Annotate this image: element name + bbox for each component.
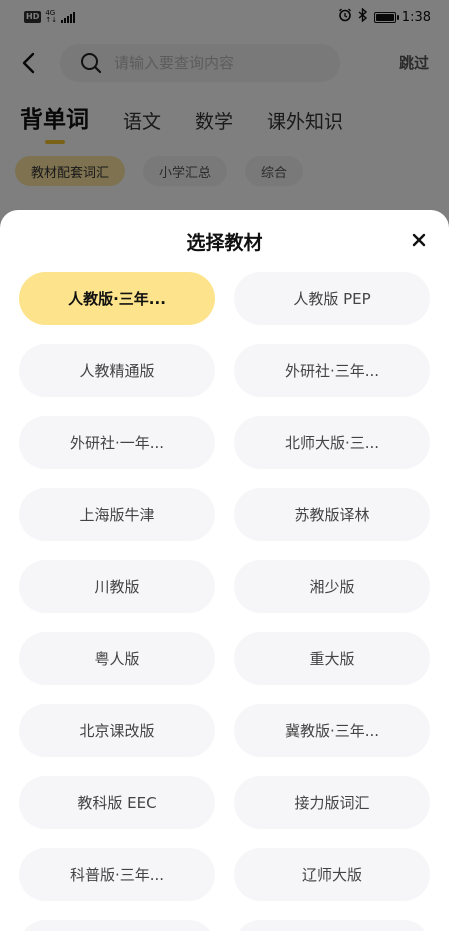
close-icon: [412, 233, 426, 247]
textbook-item[interactable]: 苏教版译林: [234, 488, 430, 541]
textbook-item[interactable]: 北师大版·三...: [234, 416, 430, 469]
textbook-grid: 人教版·三年... 人教版 PEP 人教精通版 外研社·三年... 外研社·一年…: [19, 272, 430, 931]
textbook-item[interactable]: [19, 920, 215, 931]
sheet-title: 选择教材: [186, 232, 263, 254]
textbook-item[interactable]: [234, 920, 430, 931]
textbook-item[interactable]: 川教版: [19, 560, 215, 613]
textbook-item[interactable]: 辽师大版: [234, 848, 430, 901]
screen: HD 4G ↑↓ 1:38: [0, 0, 449, 931]
textbook-item[interactable]: 粤人版: [19, 632, 215, 685]
textbook-picker-sheet: 选择教材 人教版·三年... 人教版 PEP 人教精通版 外研社·三年... 外…: [0, 210, 449, 931]
textbook-item[interactable]: 北京课改版: [19, 704, 215, 757]
textbook-item[interactable]: 接力版词汇: [234, 776, 430, 829]
textbook-item[interactable]: 重大版: [234, 632, 430, 685]
textbook-item[interactable]: 外研社·三年...: [234, 344, 430, 397]
textbook-item[interactable]: 人教精通版: [19, 344, 215, 397]
textbook-item[interactable]: 湘少版: [234, 560, 430, 613]
textbook-item[interactable]: 冀教版·三年...: [234, 704, 430, 757]
close-button[interactable]: [409, 230, 429, 250]
textbook-item[interactable]: 教科版 EEC: [19, 776, 215, 829]
textbook-item[interactable]: 外研社·一年...: [19, 416, 215, 469]
textbook-item[interactable]: 人教版·三年...: [19, 272, 215, 325]
textbook-item[interactable]: 上海版牛津: [19, 488, 215, 541]
textbook-item[interactable]: 人教版 PEP: [234, 272, 430, 325]
textbook-item[interactable]: 科普版·三年...: [19, 848, 215, 901]
